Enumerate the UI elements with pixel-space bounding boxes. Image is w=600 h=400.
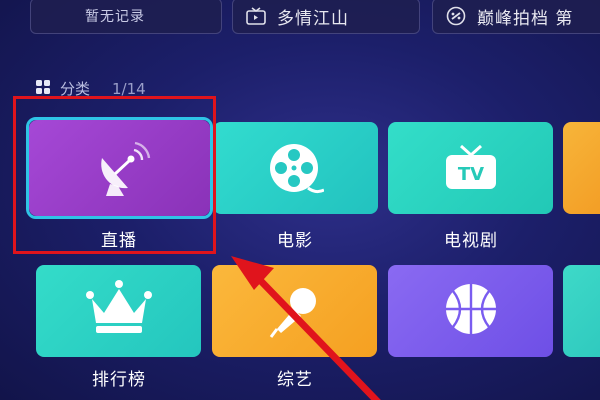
tv-icon: TV xyxy=(388,142,553,194)
recent-show-label: 多情江山 xyxy=(277,8,349,29)
category-tile-movie[interactable] xyxy=(213,122,378,214)
category-label-variety: 综艺 xyxy=(277,370,313,390)
category-tile-ranking[interactable] xyxy=(36,265,201,357)
annotation-highlight-box xyxy=(13,96,216,254)
microphone-icon xyxy=(212,283,377,343)
basketball-icon xyxy=(388,281,553,337)
grid-icon xyxy=(36,79,50,98)
recent-show-card[interactable]: 多情江山 xyxy=(232,0,420,34)
history-card[interactable]: 暂无记录 xyxy=(30,0,222,34)
category-label-tv-series: 电视剧 xyxy=(444,231,498,251)
recent-show-card-2[interactable]: 巅峰拍档 第 xyxy=(432,0,600,34)
film-reel-icon xyxy=(213,142,378,196)
category-tile-partial-right[interactable] xyxy=(563,122,600,214)
category-label-ranking: 排行榜 xyxy=(92,370,146,390)
category-tile-variety[interactable] xyxy=(212,265,377,357)
tv-icon-text: TV xyxy=(457,164,483,185)
tv-icon xyxy=(245,5,267,27)
history-card-label: 暂无记录 xyxy=(85,9,145,25)
link-icon xyxy=(445,5,467,27)
category-tile-sports[interactable] xyxy=(388,265,553,357)
category-tile-tv-series[interactable]: TV xyxy=(388,122,553,214)
page-indicator: 1/14 xyxy=(112,79,146,98)
category-label-movie: 电影 xyxy=(277,231,313,251)
category-tile-partial-right-2[interactable] xyxy=(563,265,600,357)
tv-home-screen: 暂无记录 多情江山 巅峰拍档 第 分类 1/14 直播 电影 TV 电视剧 排行… xyxy=(0,0,600,400)
crown-icon xyxy=(36,279,201,337)
recent-show-label-2: 巅峰拍档 第 xyxy=(477,8,574,29)
